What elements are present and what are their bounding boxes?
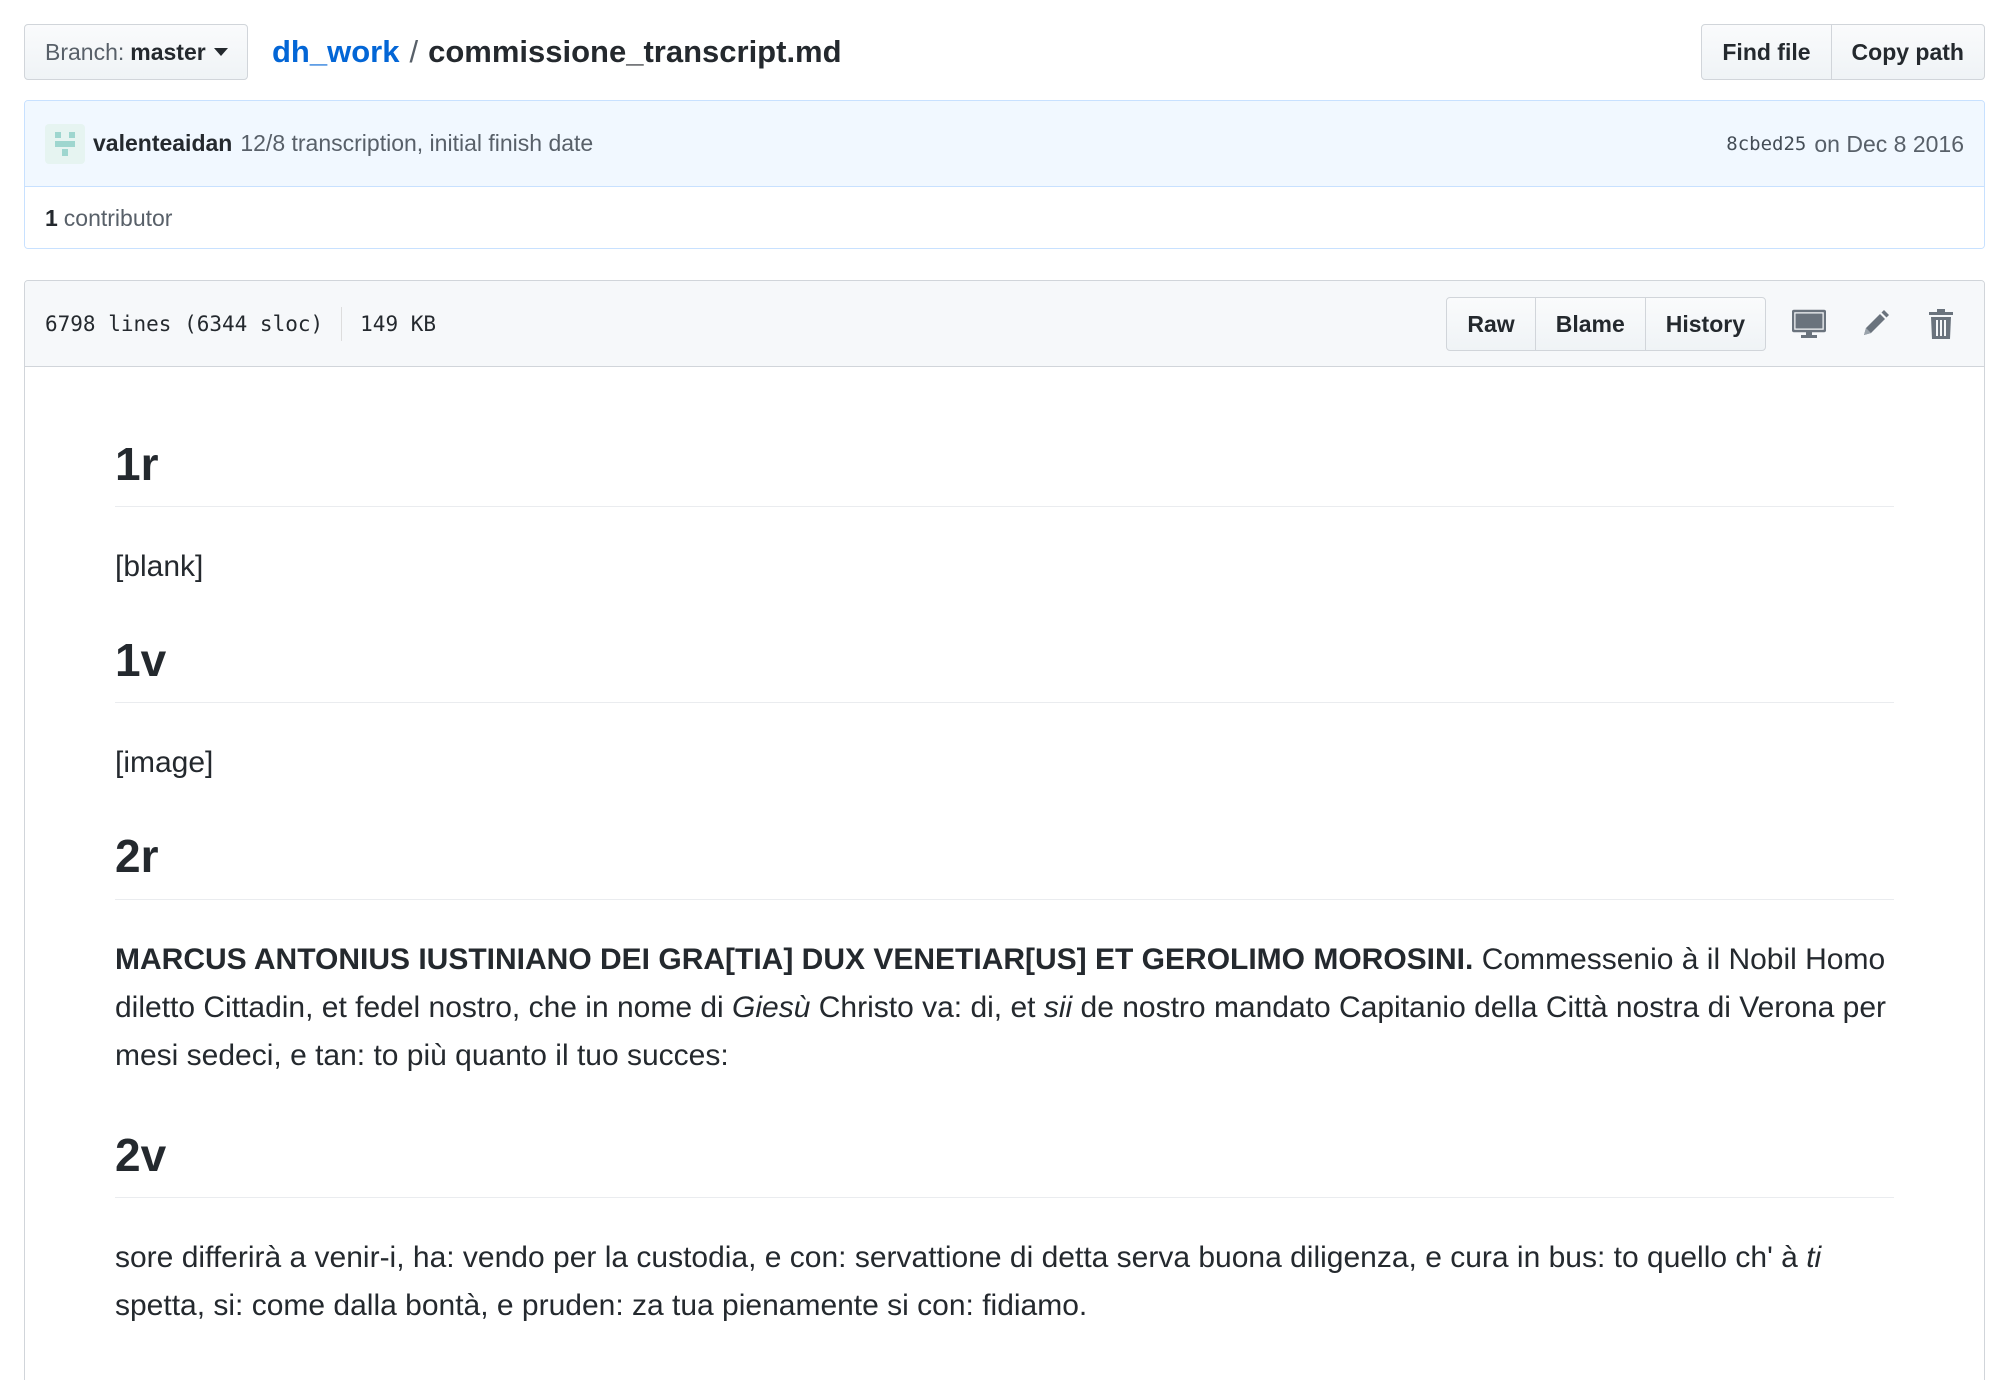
branch-select-button[interactable]: Branch: master xyxy=(24,24,248,80)
commit-date: on Dec 8 2016 xyxy=(1814,130,1964,157)
file-name: commissione_transcript.md xyxy=(428,34,842,69)
breadcrumb-separator: / xyxy=(409,34,419,69)
caret-down-icon xyxy=(213,48,228,56)
commit-tease: valenteaidan 12/8 transcription, initial… xyxy=(25,101,1984,187)
file-navigation: Branch: master dh_work / commissione_tra… xyxy=(24,24,1985,80)
section-paragraph: MARCUS ANTONIUS IUSTINIANO DEI GRA[TIA] … xyxy=(115,936,1894,1080)
file-nav-buttons: Find file Copy path xyxy=(1701,24,1985,80)
paragraph-text: spetta, si: come dalla bontà, e pruden: … xyxy=(115,1288,1088,1322)
contributors-row: 1 contributor xyxy=(25,187,1984,248)
branch-name: master xyxy=(130,38,206,65)
section-heading: 2r xyxy=(115,829,1894,900)
paragraph-bold: MARCUS ANTONIUS IUSTINIANO DEI GRA[TIA] … xyxy=(115,942,1474,976)
edit-file-button[interactable] xyxy=(1852,301,1898,347)
open-desktop-button[interactable] xyxy=(1786,301,1832,347)
commit-meta: 8cbed25 on Dec 8 2016 xyxy=(1726,101,1964,187)
blame-button[interactable]: Blame xyxy=(1534,297,1646,351)
file-actions: Raw Blame History xyxy=(1446,281,1964,367)
avatar[interactable] xyxy=(45,123,85,164)
file-size: 149 KB xyxy=(360,312,437,336)
branch-label: Branch: xyxy=(45,38,125,65)
paragraph-italic: ti xyxy=(1806,1240,1822,1274)
file-lines: 6798 lines (6344 sloc) xyxy=(45,312,324,336)
file-box: 6798 lines (6344 sloc) 149 KB Raw Blame … xyxy=(24,280,1985,1380)
section-text: [image] xyxy=(115,746,214,780)
identicon xyxy=(55,131,75,156)
raw-button[interactable]: Raw xyxy=(1446,297,1536,351)
section-paragraph: sore differirà a venir-i, ha: vendo per … xyxy=(115,1234,1894,1330)
contributor-label: contributor xyxy=(63,204,173,231)
trash-icon xyxy=(1929,309,1953,339)
file-header: 6798 lines (6344 sloc) 149 KB Raw Blame … xyxy=(25,281,1984,367)
paragraph-text: sore differirà a venir-i, ha: vendo per … xyxy=(115,1240,1807,1274)
paragraph-italic: Giesù xyxy=(732,990,811,1024)
copy-path-button[interactable]: Copy path xyxy=(1830,24,1985,80)
history-button[interactable]: History xyxy=(1644,297,1766,351)
paragraph-italic: sii xyxy=(1043,990,1073,1024)
page: Branch: master dh_work / commissione_tra… xyxy=(0,0,1997,1380)
delete-file-button[interactable] xyxy=(1918,301,1964,347)
commit-sha-link[interactable]: 8cbed25 xyxy=(1726,133,1806,155)
section-text: [blank] xyxy=(115,550,204,584)
desktop-icon xyxy=(1792,309,1826,338)
section-heading: 1r xyxy=(115,437,1894,508)
commit-message-link[interactable]: 12/8 transcription, initial finish date xyxy=(240,130,593,157)
repo-link[interactable]: dh_work xyxy=(272,34,399,70)
file-view-buttons: Raw Blame History xyxy=(1446,297,1766,351)
section-heading: 1v xyxy=(115,633,1894,704)
paragraph-text: Christo va: di, et xyxy=(810,990,1044,1024)
commit-info-box: valenteaidan 12/8 transcription, initial… xyxy=(24,100,1985,249)
commit-author-link[interactable]: valenteaidan xyxy=(93,130,232,157)
file-info: 6798 lines (6344 sloc) 149 KB xyxy=(45,281,436,367)
find-file-button[interactable]: Find file xyxy=(1701,24,1832,80)
file-info-divider xyxy=(341,307,343,341)
markdown-body: 1r [blank] 1v [image] 2r MARCUS ANTONIUS… xyxy=(115,367,1894,1378)
pencil-icon xyxy=(1864,310,1889,335)
section-heading: 2v xyxy=(115,1128,1894,1198)
contributor-count: 1 xyxy=(45,204,58,231)
breadcrumb: dh_work / commissione_transcript.md xyxy=(272,24,842,80)
